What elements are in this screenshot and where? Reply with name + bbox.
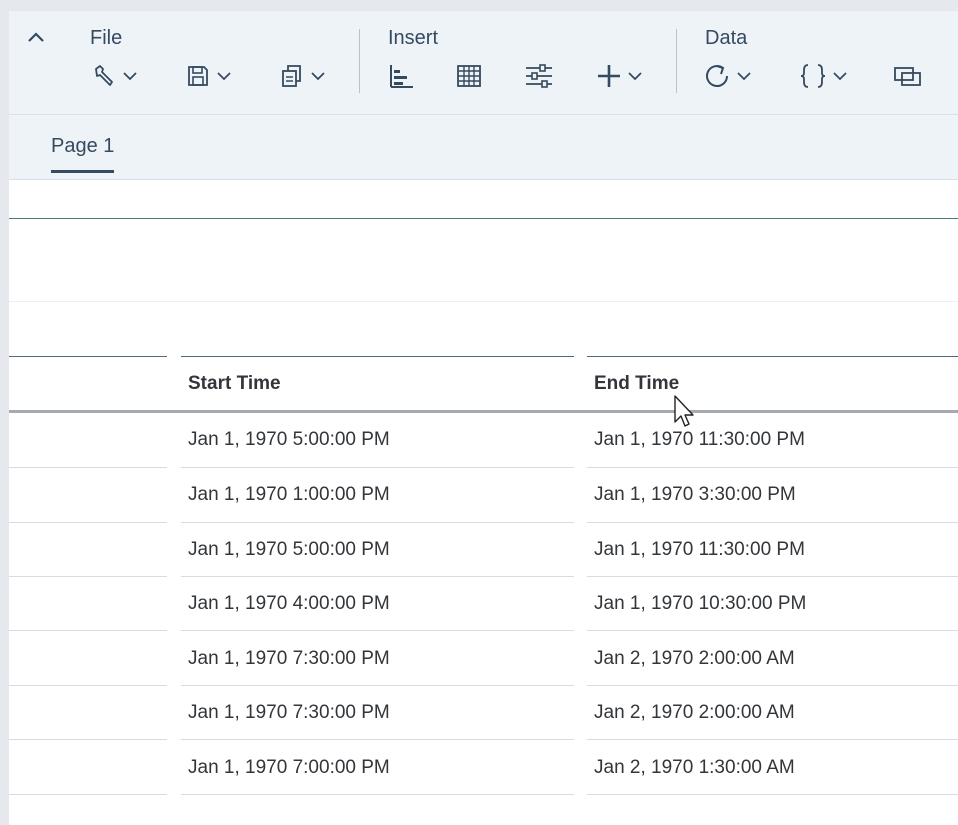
formula-menu-button[interactable]: [799, 61, 847, 91]
row-divider: [9, 576, 167, 577]
table-cell[interactable]: Jan 1, 1970 11:30:00 PM: [594, 523, 805, 577]
column-header-border: [587, 356, 958, 357]
table-icon: [457, 65, 481, 87]
toolbar: File Insert Data: [9, 11, 958, 115]
table-cell[interactable]: Jan 1, 1970 1:00:00 PM: [188, 468, 390, 522]
row-divider: [181, 739, 574, 740]
column-header-border: [181, 356, 574, 357]
divider: [9, 218, 958, 219]
table-cell[interactable]: Jan 1, 1970 7:30:00 PM: [188, 686, 390, 740]
window-icon: [894, 67, 921, 86]
table-cell[interactable]: Jan 1, 1970 7:30:00 PM: [188, 632, 390, 686]
row-divider: [587, 794, 958, 795]
row-divider: [9, 630, 167, 631]
page-tab-bar: Page 1: [9, 115, 958, 180]
row-divider: [9, 467, 167, 468]
row-divider: [181, 794, 574, 795]
column-header-end-time[interactable]: End Time: [594, 373, 679, 395]
formula-icon: [800, 64, 826, 88]
table-cell[interactable]: Jan 1, 1970 7:00:00 PM: [188, 741, 390, 795]
file-group-label: File: [90, 27, 123, 49]
copy-icon: [282, 65, 301, 87]
chevron-down-icon: [833, 72, 847, 81]
data-group-label: Data: [705, 27, 748, 49]
insert-chart-button[interactable]: [388, 61, 414, 91]
row-divider: [181, 630, 574, 631]
table-cell[interactable]: Jan 1, 1970 5:00:00 PM: [188, 413, 390, 467]
row-divider: [587, 630, 958, 631]
row-divider: [587, 739, 958, 740]
table-cell[interactable]: Jan 1, 1970 10:30:00 PM: [594, 577, 806, 631]
insert-add-button[interactable]: [596, 61, 642, 91]
table-cell[interactable]: Jan 1, 1970 5:00:00 PM: [188, 523, 390, 577]
header-divider: [9, 410, 958, 413]
table-cell[interactable]: Jan 2, 1970 2:00:00 AM: [594, 632, 795, 686]
save-menu-button[interactable]: [185, 61, 231, 91]
table-cell[interactable]: Jan 2, 1970 2:00:00 AM: [594, 686, 795, 740]
table-cell[interactable]: Jan 2, 1970 1:30:00 AM: [594, 741, 795, 795]
save-icon: [188, 66, 208, 86]
insert-group-label: Insert: [388, 27, 439, 49]
chevron-down-icon: [217, 72, 231, 81]
divider: [9, 301, 958, 302]
chevron-down-icon: [311, 72, 325, 81]
story-canvas: Start Time End Time Jan 1, 1970 5:00:00 …: [9, 180, 958, 825]
bar-chart-icon: [390, 65, 413, 88]
tab-page-1[interactable]: Page 1: [51, 135, 115, 173]
table-cell[interactable]: Jan 1, 1970 3:30:00 PM: [594, 468, 796, 522]
wrench-menu-button[interactable]: [91, 61, 137, 91]
chevron-down-icon: [737, 72, 751, 81]
column-header-border: [9, 356, 167, 357]
row-divider: [9, 794, 167, 795]
column-header-start-time[interactable]: Start Time: [188, 373, 281, 395]
add-icon: [598, 65, 620, 87]
table-cell[interactable]: Jan 1, 1970 4:00:00 PM: [188, 577, 390, 631]
wrench-icon: [95, 65, 113, 86]
row-divider: [9, 739, 167, 740]
refresh-menu-button[interactable]: [703, 61, 751, 91]
copy-menu-button[interactable]: [279, 61, 325, 91]
chevron-up-icon[interactable]: [25, 27, 47, 49]
filter-icon: [526, 64, 552, 88]
insert-filter-button[interactable]: [525, 61, 553, 91]
toolbar-separator: [676, 29, 677, 93]
chevron-down-icon: [628, 72, 642, 81]
mouse-pointer-icon: [674, 395, 694, 427]
row-divider: [9, 522, 167, 523]
insert-table-button[interactable]: [456, 61, 482, 91]
window-button[interactable]: [893, 61, 923, 91]
row-divider: [9, 685, 167, 686]
chevron-down-icon: [123, 72, 137, 81]
toolbar-separator: [359, 29, 360, 93]
refresh-icon: [706, 65, 728, 87]
